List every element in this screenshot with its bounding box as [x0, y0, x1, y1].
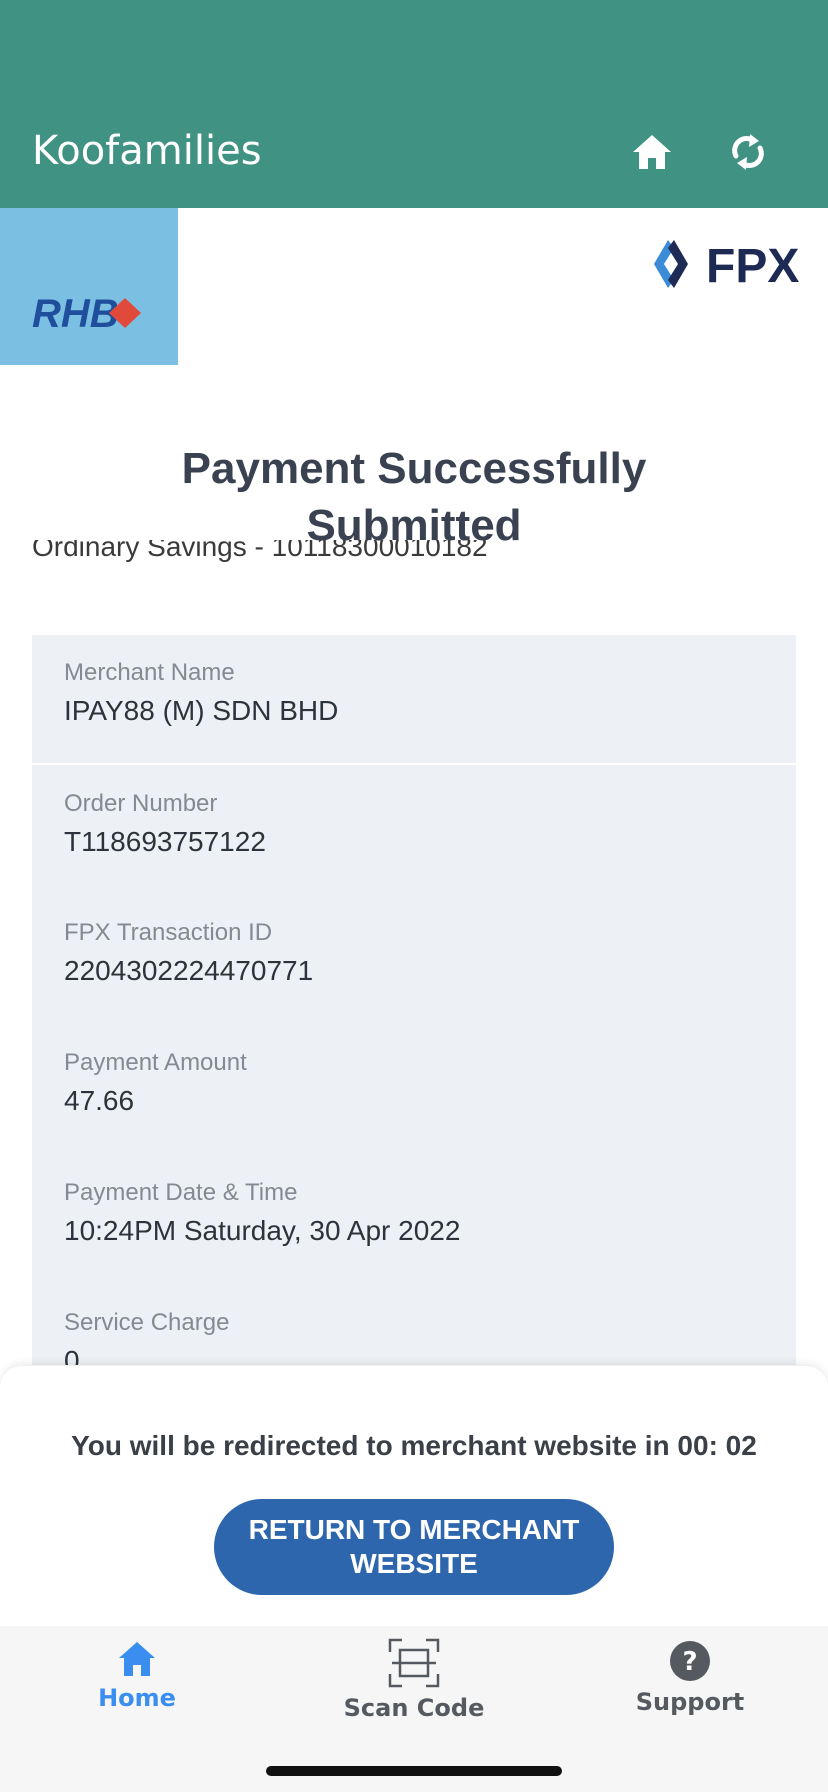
account-line-text: Ordinary Savings - 10118300010182 — [32, 540, 488, 562]
help-icon: ? — [670, 1641, 710, 1681]
tab-scan-code[interactable]: Scan Code — [314, 1638, 514, 1722]
transaction-details: Merchant Name IPAY88 (M) SDN BHD Order N… — [32, 635, 796, 1365]
order-number-label: Order Number — [64, 790, 218, 817]
refresh-button[interactable] — [722, 126, 774, 178]
payment-amount-value: 47.66 — [64, 1085, 135, 1116]
svg-text:?: ? — [682, 1647, 697, 1677]
redirect-countdown-text: You will be redirected to merchant websi… — [71, 1430, 757, 1461]
scan-icon — [388, 1638, 440, 1688]
divider — [32, 763, 796, 765]
payment-amount-label: Payment Amount — [64, 1049, 247, 1076]
service-charge-label: Service Charge — [64, 1309, 230, 1336]
merchant-name-label: Merchant Name — [64, 659, 235, 686]
payment-status-title: Payment Successfully Submitted — [0, 440, 828, 554]
payment-datetime-label: Payment Date & Time — [64, 1179, 298, 1206]
return-button-label-line2: WEBSITE — [350, 1548, 478, 1579]
refresh-icon — [732, 134, 764, 170]
rhb-logo-text: RHB — [32, 292, 119, 334]
fpx-logo-text: FPX — [706, 240, 799, 293]
fpx-transaction-id-label: FPX Transaction ID — [64, 919, 273, 946]
return-to-merchant-button[interactable]: RETURN TO MERCHANT WEBSITE — [214, 1499, 614, 1595]
payment-status-title-line1: Payment Successfully — [181, 444, 647, 493]
fpx-logo: FPX — [654, 240, 799, 293]
home-button[interactable] — [626, 126, 678, 178]
merchant-name-value: IPAY88 (M) SDN BHD — [64, 695, 339, 726]
tab-home-label: Home — [98, 1684, 176, 1712]
order-number-value: T118693757122 — [64, 826, 266, 857]
app-header — [0, 0, 828, 208]
fpx-transaction-id-value: 2204302224470771 — [64, 955, 314, 986]
return-button-label-line1: RETURN TO MERCHANT — [248, 1514, 580, 1545]
tab-support[interactable]: ? Support — [590, 1640, 790, 1716]
home-icon — [633, 135, 671, 169]
tab-support-label: Support — [635, 1688, 745, 1716]
home-icon — [119, 1642, 155, 1676]
account-line: Ordinary Savings - 10118300010182 — [32, 540, 732, 564]
service-charge-value: 0 — [64, 1345, 80, 1365]
bank-logo-box — [0, 208, 178, 365]
tab-scan-code-label: Scan Code — [343, 1694, 485, 1722]
payment-datetime-value: 10:24PM Saturday, 30 Apr 2022 — [64, 1215, 461, 1246]
rhb-logo: RHB — [32, 292, 141, 334]
app-title: Koofamilies — [32, 128, 262, 174]
home-indicator — [266, 1766, 562, 1776]
tab-home[interactable]: Home — [37, 1640, 237, 1712]
